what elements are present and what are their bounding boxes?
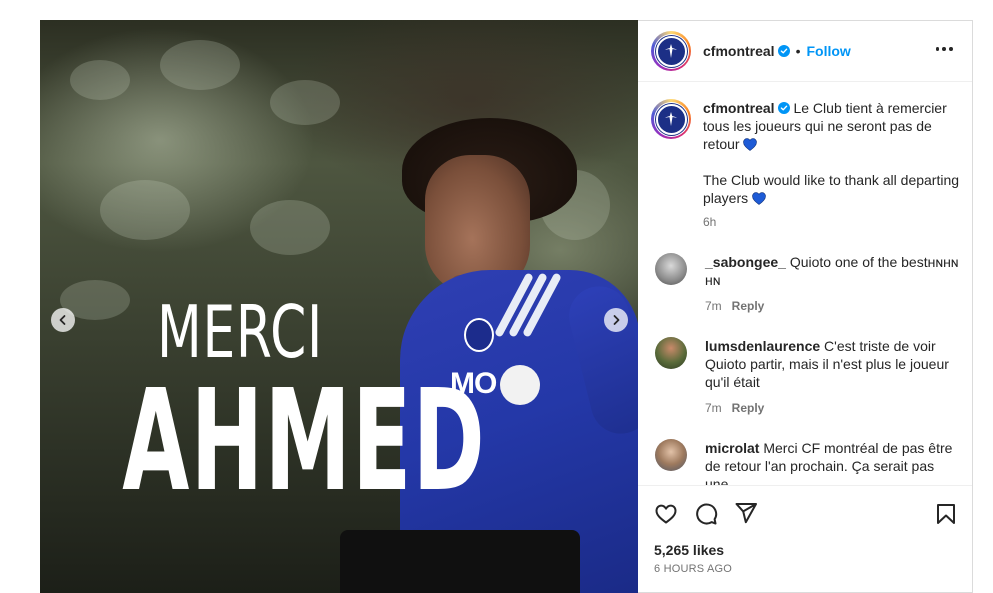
crowd-blur: [160, 40, 240, 90]
comment-item: _sabongee_ Quioto one of the bestʜɴʜɴ ʜɴ…: [651, 253, 961, 315]
save-icon[interactable]: [934, 502, 958, 526]
club-crest: [464, 318, 494, 352]
comment-icon[interactable]: [694, 502, 718, 526]
blue-heart-icon: [743, 138, 758, 151]
avatar[interactable]: [655, 253, 687, 285]
player-shorts: [340, 530, 580, 593]
reply-button[interactable]: Reply: [732, 299, 765, 313]
post-actions: 5,265 likes 6 HOURS AGO: [638, 485, 972, 593]
like-icon[interactable]: [654, 502, 678, 526]
image-title-merci: MERCI: [156, 290, 324, 374]
follow-button[interactable]: Follow: [806, 43, 850, 59]
caption-text-en: The Club would like to thank all departi…: [703, 172, 960, 206]
caption: cfmontreal Le Club tient à remercier tou…: [651, 99, 961, 231]
verified-badge-icon: [777, 45, 790, 57]
caption-avatar[interactable]: [651, 99, 691, 139]
post-side-panel: cfmontreal • Follow cfmontreal Le Club t…: [638, 20, 973, 593]
header-username[interactable]: cfmontreal: [703, 43, 775, 59]
header-separator: •: [795, 43, 801, 59]
avatar[interactable]: [655, 337, 687, 369]
comment-username[interactable]: lumsdenlaurence: [705, 338, 820, 354]
image-title-name: AHMED: [122, 360, 486, 523]
reply-button[interactable]: Reply: [732, 401, 765, 415]
more-options-icon[interactable]: [934, 39, 954, 59]
post-image[interactable]: MO MERCI AHMED: [40, 20, 638, 593]
prev-arrow-icon[interactable]: [51, 308, 75, 332]
sponsor-logo: [500, 365, 541, 405]
comment-time[interactable]: 7m: [705, 401, 722, 415]
crowd-blur: [100, 180, 190, 240]
likes-count[interactable]: 5,265 likes: [654, 542, 724, 558]
share-icon[interactable]: [734, 501, 758, 525]
crowd-blur: [70, 60, 130, 100]
verified-badge-icon: [777, 102, 790, 114]
crowd-blur: [270, 80, 340, 125]
comment-time[interactable]: 7m: [705, 299, 722, 313]
caption-username[interactable]: cfmontreal: [703, 100, 775, 116]
comments-list[interactable]: cfmontreal Le Club tient à remercier tou…: [638, 83, 972, 485]
crowd-blur: [250, 200, 330, 255]
post-time-ago: 6 HOURS AGO: [654, 563, 732, 575]
blue-heart-icon: [752, 192, 766, 205]
comment-username[interactable]: microlat: [705, 440, 759, 456]
avatar[interactable]: [651, 31, 691, 71]
caption-time[interactable]: 6h: [703, 215, 716, 229]
cfmontreal-logo-icon: [655, 103, 687, 135]
avatar[interactable]: [655, 439, 687, 471]
next-arrow-icon[interactable]: [604, 308, 628, 332]
cfmontreal-logo-icon: [655, 35, 687, 67]
comment-username[interactable]: _sabongee_: [705, 254, 786, 270]
post-header: cfmontreal • Follow: [638, 21, 972, 82]
comment-item: microlat Merci CF montréal de pas être d…: [651, 439, 961, 485]
comment-item: lumsdenlaurence C'est triste de voir Qui…: [651, 337, 961, 417]
